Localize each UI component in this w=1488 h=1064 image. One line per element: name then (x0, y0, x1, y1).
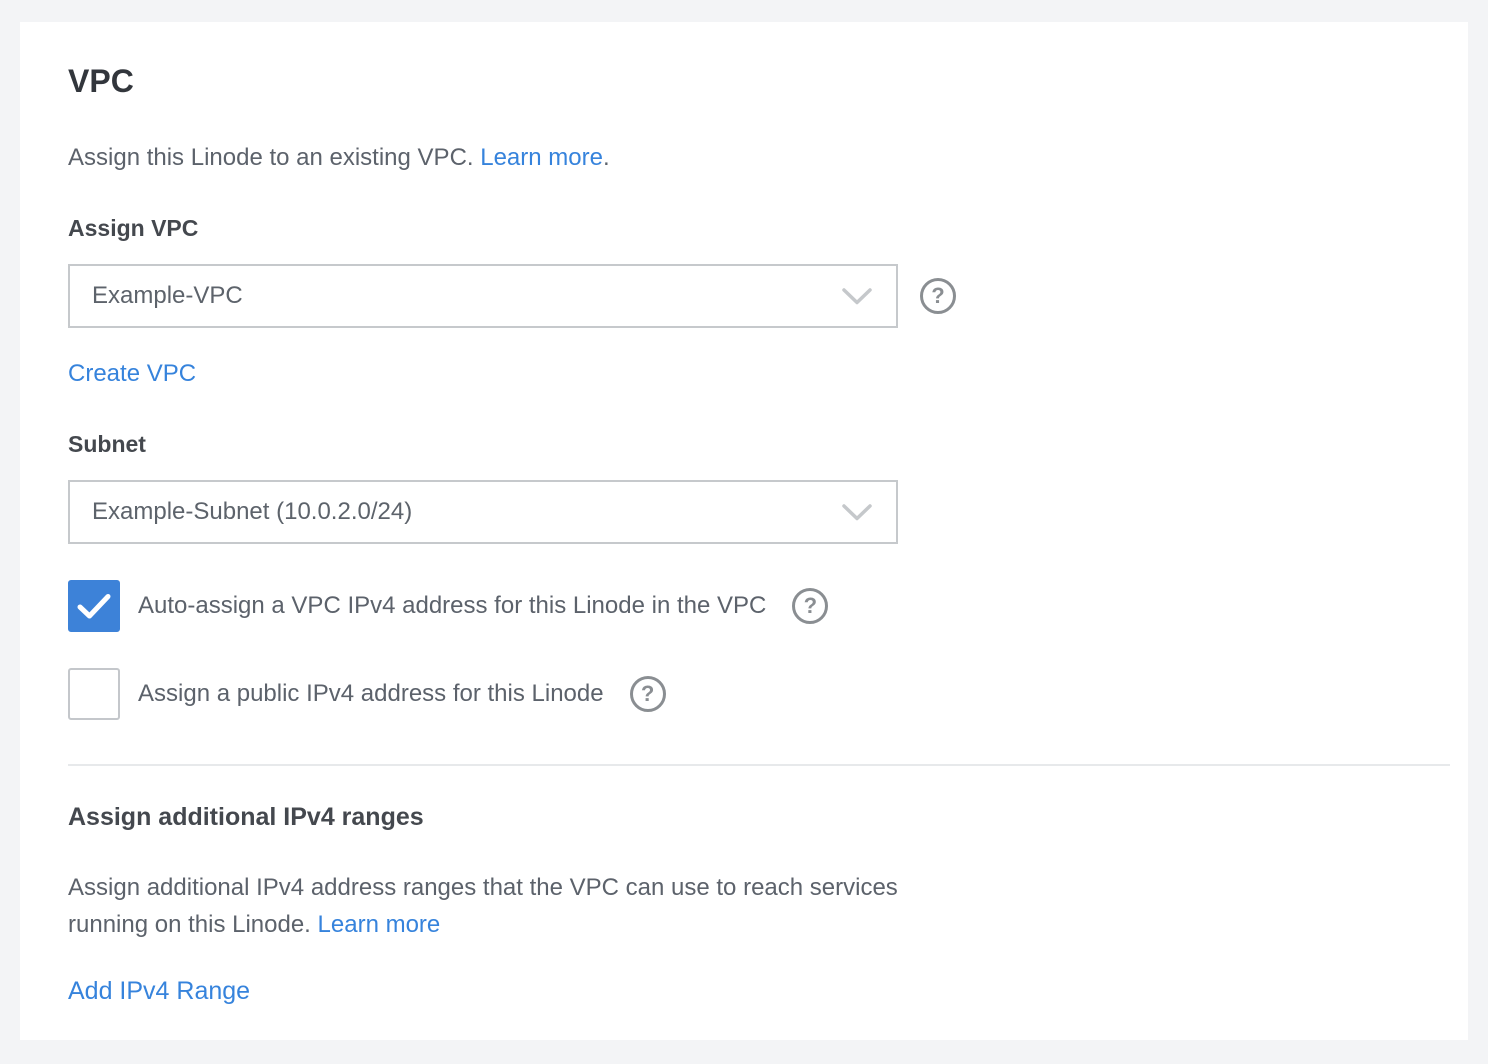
question-mark-icon[interactable]: ? (792, 588, 828, 624)
question-mark-glyph: ? (804, 595, 817, 617)
learn-more-link[interactable]: Learn more (480, 144, 603, 171)
question-mark-glyph: ? (641, 683, 654, 705)
auto-assign-ipv4-row: Auto-assign a VPC IPv4 address for this … (68, 580, 1420, 632)
subnet-selected-value: Example-Subnet (10.0.2.0/24) (92, 498, 412, 526)
intro-sentence: Assign this Linode to an existing VPC. (68, 144, 474, 171)
chevron-down-icon (842, 504, 872, 521)
auto-assign-ipv4-label: Auto-assign a VPC IPv4 address for this … (138, 592, 766, 620)
public-ipv4-row: Assign a public IPv4 address for this Li… (68, 668, 1420, 720)
panel-title: VPC (68, 62, 1420, 100)
section-divider (68, 764, 1450, 766)
assign-vpc-select-row: Example-VPC ? (68, 264, 1420, 328)
subnet-select[interactable]: Example-Subnet (10.0.2.0/24) (68, 480, 898, 544)
checkmark-icon (77, 593, 111, 619)
subnet-label: Subnet (68, 429, 1420, 459)
learn-more-link[interactable]: Learn more (318, 911, 441, 938)
public-ipv4-label: Assign a public IPv4 address for this Li… (138, 680, 604, 708)
chevron-down-icon (842, 288, 872, 305)
question-mark-icon[interactable]: ? (920, 278, 956, 314)
intro-period: . (603, 144, 610, 171)
additional-ranges-description: Assign additional IPv4 address ranges th… (68, 869, 918, 943)
assign-vpc-select[interactable]: Example-VPC (68, 264, 898, 328)
question-mark-glyph: ? (931, 285, 944, 307)
subnet-select-row: Example-Subnet (10.0.2.0/24) (68, 480, 1420, 544)
add-ipv4-range-link[interactable]: Add IPv4 Range (68, 977, 250, 1006)
intro-text: Assign this Linode to an existing VPC. L… (68, 143, 1420, 173)
vpc-panel: VPC Assign this Linode to an existing VP… (20, 22, 1468, 1040)
additional-ranges-sentence: Assign additional IPv4 address ranges th… (68, 874, 898, 938)
question-mark-icon[interactable]: ? (630, 676, 666, 712)
auto-assign-ipv4-checkbox[interactable] (68, 580, 120, 632)
additional-ranges-heading: Assign additional IPv4 ranges (68, 802, 1420, 832)
assign-vpc-label: Assign VPC (68, 213, 1420, 243)
public-ipv4-checkbox[interactable] (68, 668, 120, 720)
assign-vpc-selected-value: Example-VPC (92, 282, 243, 310)
create-vpc-link[interactable]: Create VPC (68, 359, 196, 388)
